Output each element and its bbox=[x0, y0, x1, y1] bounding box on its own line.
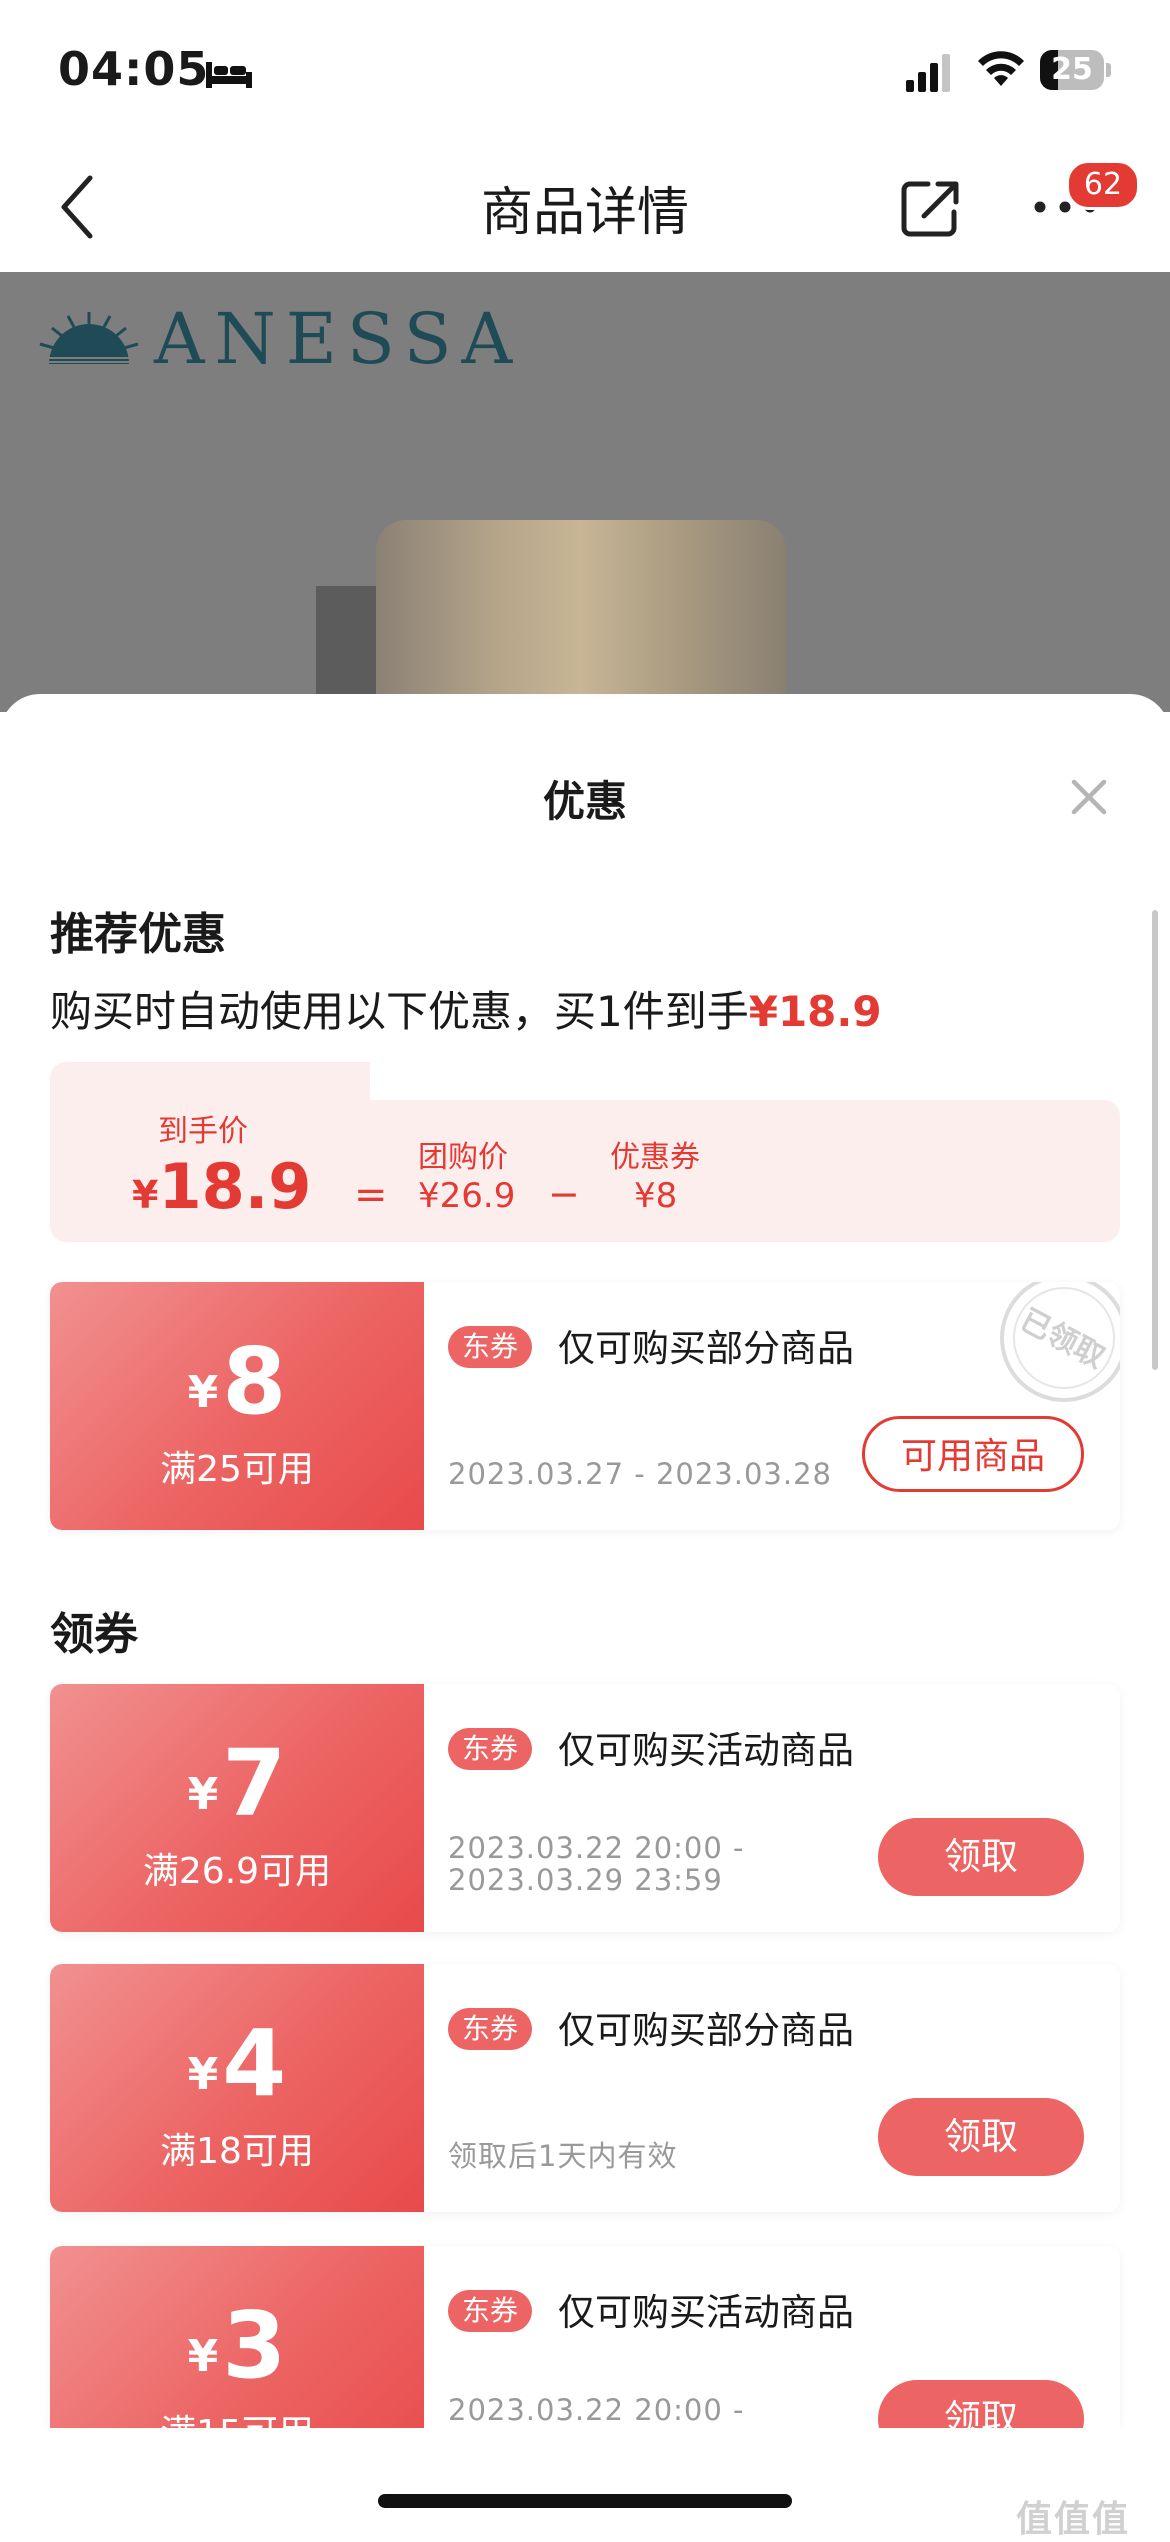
claim-button[interactable]: 领取 bbox=[878, 2098, 1084, 2176]
coupon-type-tag: 东券 bbox=[448, 1326, 533, 1368]
bottom-safe-area bbox=[0, 2428, 1170, 2532]
close-icon[interactable] bbox=[1068, 776, 1110, 818]
coupon-currency: ¥ bbox=[187, 1367, 219, 1418]
battery-indicator: 25 bbox=[1040, 50, 1112, 90]
final-price-label: 到手价 bbox=[158, 1114, 248, 1149]
coupon-type-tag: 东券 bbox=[448, 2008, 533, 2050]
coupon-validity: 领取后1天内有效 bbox=[448, 2139, 678, 2173]
description-price: ¥18.9 bbox=[748, 987, 882, 1036]
brand-sun-logo bbox=[36, 312, 142, 364]
cellular-signal-icon bbox=[906, 54, 950, 92]
applied-coupon-card: ¥8 满25可用 东券 仅可购买部分商品 2023.03.27 - 2023.0… bbox=[50, 1282, 1120, 1530]
notification-badge: 62 bbox=[1066, 160, 1140, 210]
brand-logo-text: ANESSA bbox=[154, 298, 523, 380]
final-price-currency: ¥ bbox=[132, 1173, 159, 1217]
available-products-button[interactable]: 可用商品 bbox=[862, 1416, 1084, 1492]
coupon-amount: ¥7 bbox=[50, 1730, 424, 1837]
coupon-scope: 仅可购买活动商品 bbox=[558, 1729, 854, 1772]
price-tab-slant bbox=[300, 1062, 370, 1100]
coupon-amount: ¥4 bbox=[50, 2010, 424, 2117]
coupon-amount-value: 3 bbox=[222, 2292, 287, 2399]
equals-sign: = bbox=[354, 1172, 388, 1218]
group-price-value: ¥26.9 bbox=[418, 1176, 516, 1216]
coupon-amount-value: 8 bbox=[222, 1328, 287, 1435]
claim-heading: 领券 bbox=[50, 1609, 138, 1660]
coupon-type-tag: 东券 bbox=[448, 2290, 533, 2332]
home-indicator[interactable] bbox=[378, 2494, 792, 2508]
wifi-icon bbox=[978, 51, 1024, 86]
claim-button[interactable]: 领取 bbox=[878, 1818, 1084, 1896]
coupon-validity-start: 2023.03.22 20:00 - bbox=[448, 2393, 745, 2427]
description-text: 购买时自动使用以下优惠，买1件到手 bbox=[50, 987, 749, 1036]
status-time: 04:05 bbox=[58, 42, 210, 96]
coupon-amount-value: 7 bbox=[222, 1730, 287, 1837]
coupon-scope: 仅可购买部分商品 bbox=[558, 2009, 854, 2052]
final-price: ¥18.9 bbox=[132, 1150, 311, 1223]
claimed-stamp: 已领取 bbox=[994, 1282, 1120, 1408]
claim-button[interactable]: 领取 bbox=[878, 2380, 1084, 2428]
coupon-amount: ¥8 bbox=[50, 1328, 424, 1435]
coupon-card: ¥7 满26.9可用 东券 仅可购买活动商品 2023.03.22 20:00 … bbox=[50, 1684, 1120, 1932]
coupon-discount-value: ¥8 bbox=[634, 1176, 678, 1216]
coupon-condition: 满18可用 bbox=[160, 2131, 314, 2172]
coupon-card: ¥4 满18可用 东券 仅可购买部分商品 领取后1天内有效 领取 bbox=[50, 1964, 1120, 2212]
recommended-heading: 推荐优惠 bbox=[50, 909, 226, 960]
sleep-mode-icon bbox=[206, 62, 252, 88]
scrollbar[interactable] bbox=[1152, 910, 1158, 1370]
coupon-amount-value: 4 bbox=[222, 2010, 287, 2117]
page-title: 商品详情 bbox=[480, 183, 689, 243]
final-price-value: 18.9 bbox=[158, 1150, 312, 1223]
share-icon[interactable] bbox=[898, 176, 962, 240]
group-price-label: 团购价 bbox=[418, 1140, 508, 1175]
watermark: 值值值 bbox=[1016, 2499, 1131, 2540]
coupon-condition: 满15可用 bbox=[50, 2404, 424, 2428]
coupon-card: ¥3 满15可用 东券 仅可购买活动商品 2023.03.22 20:00 - … bbox=[50, 2246, 1120, 2428]
coupon-discount-label: 优惠券 bbox=[610, 1140, 700, 1175]
coupon-validity-start: 2023.03.22 20:00 - bbox=[448, 1831, 745, 1865]
coupon-type-tag: 东券 bbox=[448, 1728, 533, 1770]
coupon-validity-end: 2023.03.29 23:59 bbox=[448, 1863, 723, 1897]
coupon-currency: ¥ bbox=[187, 1769, 219, 1820]
sheet-title: 优惠 bbox=[542, 777, 627, 826]
recommended-description: 购买时自动使用以下优惠，买1件到手¥18.9 bbox=[50, 978, 882, 1039]
battery-level: 25 bbox=[1051, 52, 1093, 87]
minus-sign: − bbox=[548, 1172, 580, 1216]
coupon-condition: 满26.9可用 bbox=[142, 1851, 332, 1892]
coupon-condition: 满25可用 bbox=[160, 1449, 314, 1490]
coupon-validity: 2023.03.27 - 2023.03.28 bbox=[448, 1457, 832, 1491]
coupon-scope: 仅可购买活动商品 bbox=[558, 2291, 854, 2334]
coupon-currency: ¥ bbox=[187, 2049, 219, 2100]
coupon-amount: ¥3 bbox=[50, 2292, 424, 2399]
coupon-scope: 仅可购买部分商品 bbox=[558, 1327, 854, 1370]
coupon-currency: ¥ bbox=[187, 2331, 219, 2382]
